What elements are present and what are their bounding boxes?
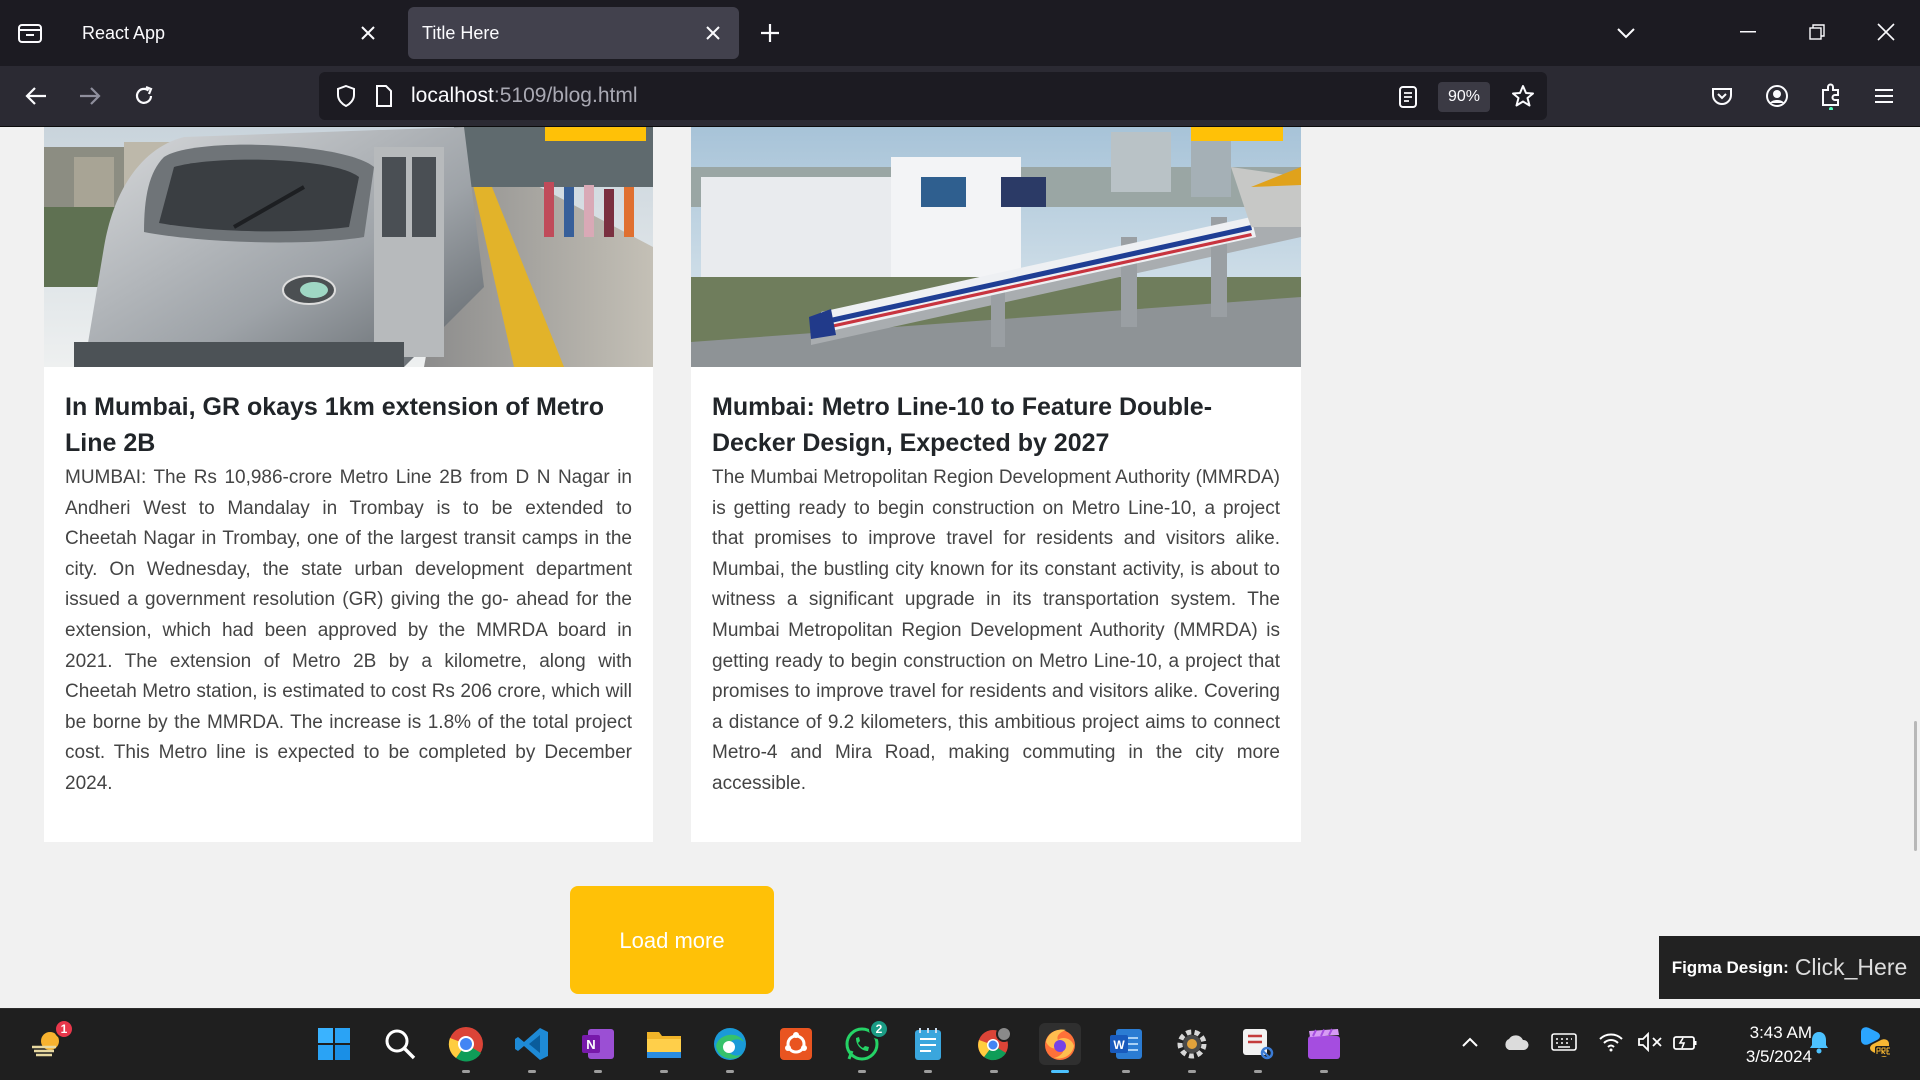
forward-arrow-icon[interactable]	[70, 78, 110, 114]
svg-text:N: N	[586, 1037, 595, 1052]
running-indicator	[1188, 1070, 1196, 1073]
firefox-icon[interactable]	[1039, 1023, 1081, 1073]
svg-text:W: W	[1113, 1038, 1125, 1052]
new-tab-button[interactable]	[752, 17, 788, 49]
load-more-button[interactable]: Load more	[570, 886, 774, 994]
tab-react-app[interactable]: React App	[68, 7, 394, 59]
page-info-icon[interactable]	[369, 82, 399, 110]
url-text[interactable]: localhost:5109/blog.html	[411, 72, 638, 120]
card-body: MUMBAI: The Rs 10,986-crore Metro Line 2…	[65, 467, 632, 794]
clock-date: 3/5/2024	[1745, 1047, 1812, 1066]
tab-title-here[interactable]: Title Here	[408, 7, 739, 59]
bookmark-star-icon[interactable]	[1507, 81, 1539, 111]
onenote-icon[interactable]: N	[577, 1023, 619, 1073]
onedrive-cloud-icon[interactable]	[1501, 1027, 1531, 1057]
elevated-metro-image	[691, 127, 1301, 367]
widgets-weather-icon[interactable]: 1	[26, 1019, 74, 1065]
page-scrollbar[interactable]	[1914, 721, 1917, 851]
notification-bell-icon[interactable]	[1804, 1027, 1834, 1057]
keyboard-icon[interactable]	[1549, 1027, 1579, 1057]
chevron-up-icon[interactable]	[1455, 1027, 1485, 1057]
running-indicator	[660, 1070, 668, 1073]
running-indicator	[1051, 1070, 1069, 1073]
figma-label: Figma Design:	[1671, 957, 1789, 977]
word-icon[interactable]: W	[1105, 1023, 1147, 1073]
chrome-icon[interactable]	[445, 1023, 487, 1073]
account-icon[interactable]	[1759, 78, 1795, 114]
back-arrow-icon[interactable]	[16, 78, 56, 114]
extensions-puzzle-icon[interactable]	[1813, 78, 1849, 114]
whatsapp-icon[interactable]: 2	[841, 1019, 889, 1073]
metro-train-image	[44, 127, 653, 367]
search-icon[interactable]	[379, 1023, 421, 1065]
blog-card: Mumbai: Metro Line-10 to Feature Double-…	[691, 127, 1301, 842]
clipchamp-icon[interactable]	[1303, 1023, 1345, 1073]
category-tag	[1191, 127, 1283, 141]
restore-window-icon[interactable]	[1797, 12, 1837, 52]
running-indicator	[726, 1070, 734, 1073]
notepad-icon[interactable]	[907, 1023, 949, 1073]
running-indicator	[1320, 1070, 1328, 1073]
copilot-icon[interactable]	[1855, 1022, 1895, 1062]
clock[interactable]: 3:43 AM 3/5/2024	[1712, 1021, 1812, 1069]
windows-taskbar: 1 N 2 W 3:43 AM 3/5/2024	[0, 1008, 1920, 1080]
figma-design-link[interactable]: Figma Design: Click_Here	[1659, 936, 1920, 999]
running-indicator	[1254, 1070, 1262, 1073]
zoom-level-badge[interactable]: 90%	[1438, 82, 1490, 112]
list-all-tabs-chevron-down-icon[interactable]	[1608, 17, 1644, 49]
card-body: The Mumbai Metropolitan Region Developme…	[712, 467, 1280, 794]
minimize-icon[interactable]	[1728, 12, 1768, 52]
notification-badge: 2	[869, 1019, 889, 1039]
card-title: In Mumbai, GR okays 1km extension of Met…	[65, 393, 605, 457]
close-icon[interactable]	[701, 21, 725, 45]
close-icon[interactable]	[356, 21, 380, 45]
close-window-icon[interactable]	[1866, 12, 1906, 52]
start-windows-icon[interactable]	[313, 1023, 355, 1065]
firefox-view-icon[interactable]	[12, 17, 48, 49]
file-explorer-icon[interactable]	[643, 1023, 685, 1073]
tab-title: Title Here	[422, 22, 500, 43]
chrome-profile-icon[interactable]	[973, 1023, 1015, 1073]
category-tag	[545, 127, 646, 141]
vscode-icon[interactable]	[511, 1023, 553, 1073]
browser-nav-bar: localhost:5109/blog.html 90%	[0, 66, 1920, 127]
app-menu-hamburger-icon[interactable]	[1866, 78, 1902, 114]
figma-link-text[interactable]: Click_Here	[1795, 954, 1907, 981]
clock-time: 3:43 AM	[1749, 1023, 1812, 1042]
running-indicator	[990, 1070, 998, 1073]
battery-charging-icon[interactable]	[1670, 1027, 1700, 1057]
running-indicator	[594, 1070, 602, 1073]
edge-icon[interactable]	[709, 1023, 751, 1073]
reader-view-icon[interactable]	[1392, 82, 1424, 112]
address-bar[interactable]: localhost:5109/blog.html 90%	[319, 72, 1547, 120]
volume-muted-icon[interactable]	[1635, 1027, 1665, 1057]
ubuntu-icon[interactable]	[775, 1023, 817, 1065]
url-path: :5109/blog.html	[493, 84, 638, 107]
wifi-icon[interactable]	[1596, 1027, 1626, 1057]
running-indicator	[1122, 1070, 1130, 1073]
page-viewport: In Mumbai, GR okays 1km extension of Met…	[0, 127, 1920, 1008]
pocket-icon[interactable]	[1704, 78, 1740, 114]
reload-icon[interactable]	[124, 78, 164, 114]
tab-title: React App	[82, 22, 166, 43]
running-indicator	[858, 1070, 866, 1073]
tracking-protection-shield-icon[interactable]	[331, 82, 361, 110]
settings-gear-icon[interactable]	[1171, 1023, 1213, 1073]
running-indicator	[924, 1070, 932, 1073]
url-host: localhost	[411, 84, 494, 107]
running-indicator	[528, 1070, 536, 1073]
browser-tab-bar: React App Title Here	[0, 0, 1920, 66]
snipping-tool-icon[interactable]	[1237, 1023, 1279, 1073]
running-indicator	[462, 1070, 470, 1073]
card-title: Mumbai: Metro Line-10 to Feature Double-…	[712, 393, 1213, 457]
notification-badge: 1	[54, 1019, 74, 1039]
blog-card: In Mumbai, GR okays 1km extension of Met…	[44, 127, 653, 842]
